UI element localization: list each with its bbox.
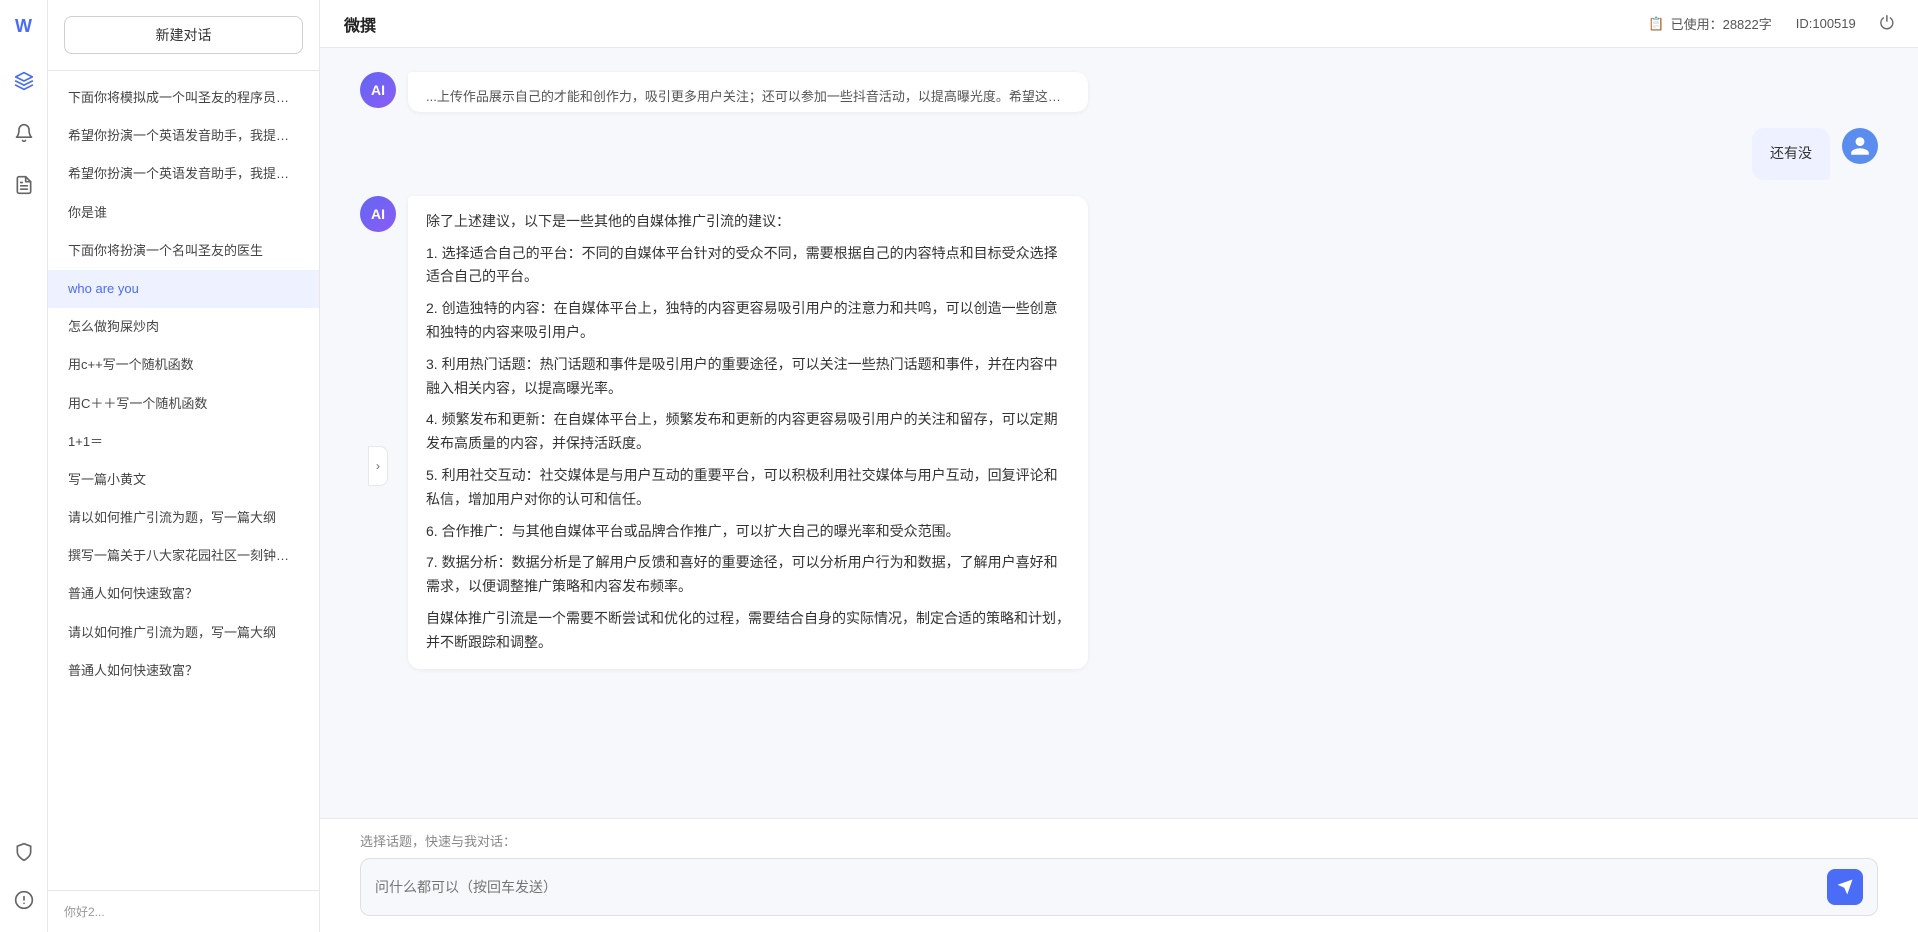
chat-area: AI ...上传作品展示自己的才能和创作力，吸引更多用户关注；还可以参加一些抖音… xyxy=(320,48,1918,818)
sidebar-item[interactable]: 普通人如何快速致富？ xyxy=(48,575,319,613)
new-chat-button[interactable]: 新建对话 xyxy=(64,16,303,54)
app-logo: W xyxy=(15,16,32,37)
sidebar-collapse-button[interactable]: › xyxy=(368,446,388,486)
sidebar-item[interactable]: 希望你扮演一个英语发音助手，我提供给你... xyxy=(48,117,319,155)
usage-icon: 📋 xyxy=(1648,16,1664,32)
app-title: 微撰 xyxy=(344,12,376,36)
sidebar-item[interactable]: who are you xyxy=(48,270,319,308)
nav-file-icon[interactable] xyxy=(8,169,40,201)
sidebar-header: 新建对话 xyxy=(48,0,319,71)
bubble-user: 还有没 xyxy=(1752,128,1830,180)
message-row-ai: AI 除了上述建议，以下是一些其他的自媒体推广引流的建议： 1. 选择适合自己的… xyxy=(360,196,1878,669)
sidebar-item[interactable]: 写一篇小黄文 xyxy=(48,461,319,499)
sidebar-item[interactable]: 请以如何推广引流为题，写一篇大纲 xyxy=(48,499,319,537)
input-area: 选择话题，快速与我对话： xyxy=(320,818,1918,932)
input-row xyxy=(360,858,1878,916)
sidebar-item[interactable]: 普通人如何快速致富？ xyxy=(48,652,319,690)
user-message-text: 还有没 xyxy=(1770,145,1812,161)
content-wrapper: 新建对话 下面你将模拟成一个叫圣友的程序员，我说...希望你扮演一个英语发音助手… xyxy=(48,0,1918,932)
sidebar-item[interactable]: 1+1＝ xyxy=(48,423,319,461)
message-row-prev: AI ...上传作品展示自己的才能和创作力，吸引更多用户关注；还可以参加一些抖音… xyxy=(360,72,1878,112)
ai-point-7: 7. 数据分析：数据分析是了解用户反馈和喜好的重要途径，可以分析用户行为和数据，… xyxy=(426,551,1070,599)
topbar-right: 📋 已使用：28822字 ID:100519 ⏻ xyxy=(1648,13,1894,34)
sidebar-list: 下面你将模拟成一个叫圣友的程序员，我说...希望你扮演一个英语发音助手，我提供给… xyxy=(48,71,319,890)
usage-display: 📋 已使用：28822字 xyxy=(1648,14,1771,33)
bottom-icons xyxy=(8,836,40,916)
sidebar-item[interactable]: 用c++写一个随机函数 xyxy=(48,346,319,384)
bubble-ai-prev: ...上传作品展示自己的才能和创作力，吸引更多用户关注；还可以参加一些抖音活动，… xyxy=(408,72,1088,112)
sidebar-item[interactable]: 怎么做狗屎炒肉 xyxy=(48,308,319,346)
nav-bell-icon[interactable] xyxy=(8,117,40,149)
ai-point-1: 1. 选择适合自己的平台：不同的自媒体平台针对的受众不同，需要根据自己的内容特点… xyxy=(426,242,1070,290)
ai-conclusion: 自媒体推广引流是一个需要不断尝试和优化的过程，需要结合自身的实际情况，制定合适的… xyxy=(426,607,1070,655)
quick-topics-label: 选择话题，快速与我对话： xyxy=(360,831,1878,850)
ai-point-4: 4. 频繁发布和更新：在自媒体平台上，频繁发布和更新的内容更容易吸引用户的关注和… xyxy=(426,408,1070,456)
sidebar-item[interactable]: 你是谁 xyxy=(48,194,319,232)
send-button[interactable] xyxy=(1827,869,1863,905)
nav-info-icon[interactable] xyxy=(8,884,40,916)
sidebar-item[interactable]: 用C＋＋写一个随机函数 xyxy=(48,385,319,423)
avatar-ai-prev: AI xyxy=(360,72,396,108)
sidebar-item[interactable]: 下面你将扮演一个名叫圣友的医生 xyxy=(48,232,319,270)
ai-point-3: 3. 利用热门话题：热门话题和事件是吸引用户的重要途径，可以关注一些热门话题和事… xyxy=(426,353,1070,401)
ai-message-text: 除了上述建议，以下是一些其他的自媒体推广引流的建议： xyxy=(426,210,1070,234)
topbar: 微撰 📋 已使用：28822字 ID:100519 ⏻ xyxy=(320,0,1918,48)
message-row-user: 还有没 xyxy=(360,128,1878,180)
icon-bar: W xyxy=(0,0,48,932)
power-icon[interactable]: ⏻ xyxy=(1880,13,1894,34)
collapse-icon: › xyxy=(376,459,380,473)
sidebar: 新建对话 下面你将模拟成一个叫圣友的程序员，我说...希望你扮演一个英语发音助手… xyxy=(48,0,320,932)
nav-home-icon[interactable] xyxy=(8,65,40,97)
ai-point-6: 6. 合作推广：与其他自媒体平台或品牌合作推广，可以扩大自己的曝光率和受众范围。 xyxy=(426,520,1070,544)
id-badge: ID:100519 xyxy=(1796,16,1856,31)
sidebar-item[interactable]: 希望你扮演一个英语发音助手，我提供给你... xyxy=(48,155,319,193)
avatar-ai: AI xyxy=(360,196,396,232)
ai-point-5: 5. 利用社交互动：社交媒体是与用户互动的重要平台，可以积极利用社交媒体与用户互… xyxy=(426,464,1070,512)
chat-input[interactable] xyxy=(375,875,1815,899)
avatar-user xyxy=(1842,128,1878,164)
usage-text: 已使用：28822字 xyxy=(1671,14,1772,33)
main-area: 微撰 📋 已使用：28822字 ID:100519 ⏻ AI ...上传作品展示… xyxy=(320,0,1918,932)
sidebar-bottom: 你好2... xyxy=(48,890,319,932)
sidebar-item[interactable]: 撰写一篇关于八大家花园社区一刻钟便民生... xyxy=(48,537,319,575)
sidebar-item[interactable]: 下面你将模拟成一个叫圣友的程序员，我说... xyxy=(48,79,319,117)
bubble-ai: 除了上述建议，以下是一些其他的自媒体推广引流的建议： 1. 选择适合自己的平台：… xyxy=(408,196,1088,669)
nav-shield-icon[interactable] xyxy=(8,836,40,868)
ai-point-2: 2. 创造独特的内容：在自媒体平台上，独特的内容更容易吸引用户的注意力和共鸣，可… xyxy=(426,297,1070,345)
sidebar-item[interactable]: 请以如何推广引流为题，写一篇大纲 xyxy=(48,614,319,652)
